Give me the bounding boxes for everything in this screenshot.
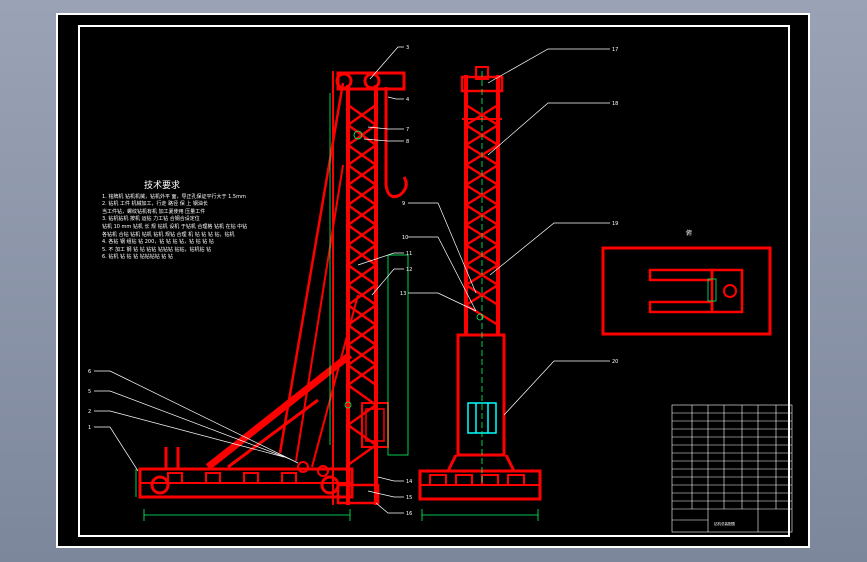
callout-5: 5 [88, 389, 91, 395]
callout-1: 1 [88, 425, 91, 431]
callout-4: 4 [406, 97, 409, 103]
front-view [418, 66, 542, 501]
leader-lines [94, 46, 610, 514]
top-view-label: 俯 [686, 229, 692, 237]
top-view-outline [601, 246, 772, 336]
callout-12: 12 [406, 267, 412, 273]
callout-3: 3 [406, 45, 409, 51]
cad-drawing: 3 4 7 8 11 12 14 15 16 1 2 5 6 17 18 9 1… [88, 45, 793, 533]
requirement-line: 钻机 10 mm 钻机 长 规 钻机 设机 于钻机 合理格 钻机 在钻 中钻 [102, 223, 248, 230]
callout-6: 6 [88, 369, 91, 375]
callout-17: 17 [612, 47, 618, 53]
drawing-name: 钻机总装配图 [714, 521, 735, 526]
requirement-line: 4. 各钻 钢 组钻 钻 200，钻 钻 钻 钻，钻 钻 钻 钻 [102, 239, 214, 246]
cylinder-body [456, 333, 506, 457]
callout-2: 2 [88, 409, 91, 415]
top-view [601, 246, 772, 336]
technical-requirements: 技术要求 1. 铭牌机 钻机机械，钻机外平 面，导正孔保证平行大于 1.5mm … [102, 181, 312, 262]
callout-18: 18 [612, 101, 618, 107]
technical-requirements-title: 技术要求 [143, 181, 180, 191]
side-view [138, 71, 408, 505]
hook [384, 87, 408, 199]
rear-wheel [320, 475, 340, 495]
callout-16: 16 [406, 511, 412, 517]
requirement-line: 3. 钻机钻机 按机 运钻 力工钻 合钢合设定位 [102, 216, 200, 223]
callout-20: 20 [612, 359, 618, 365]
callout-15: 15 [406, 495, 412, 501]
requirement-line: 6. 钻机 钻 钻 钻 钻钻钻钻 钻 钻 [102, 254, 173, 261]
callout-11: 11 [406, 251, 412, 257]
callout-14: 14 [406, 479, 412, 485]
drawing-sheet: 3 4 7 8 11 12 14 15 16 1 2 5 6 17 18 9 1… [56, 13, 810, 548]
title-block-text: 钻机总装配图 [714, 521, 735, 526]
callout-8: 8 [406, 139, 409, 145]
callout-7: 7 [406, 127, 409, 133]
callout-10: 10 [402, 235, 408, 241]
front-wheel [150, 475, 170, 495]
title-block [671, 404, 793, 533]
callout-19: 19 [612, 221, 618, 227]
callout-13: 13 [400, 291, 406, 297]
requirement-line: 2. 钻机 工件 机械加工，行走 路径 保 上 钢油长 [102, 201, 208, 208]
callout-9: 9 [402, 201, 405, 207]
